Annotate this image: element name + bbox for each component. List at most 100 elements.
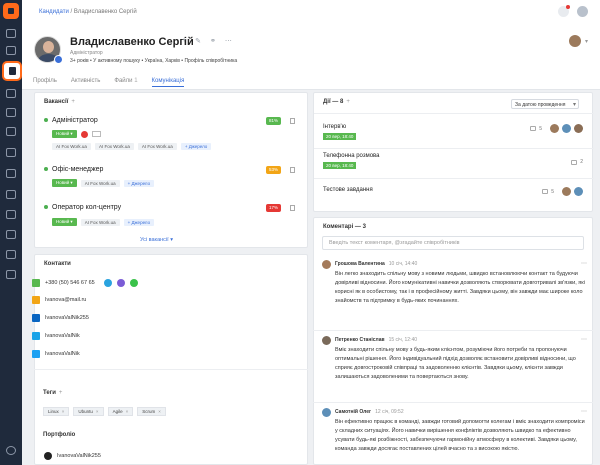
email-contact[interactable]: Ivanova@mail.ru: [32, 296, 86, 304]
tab-files[interactable]: Файли 1: [114, 78, 137, 87]
tag-chip[interactable]: Ubuntu ×: [73, 407, 104, 416]
more-icon[interactable]: ⋯: [581, 408, 587, 415]
reports-icon[interactable]: [6, 190, 16, 199]
telegram-icon[interactable]: [103, 279, 112, 287]
author-avatar[interactable]: [322, 260, 331, 269]
skype-icon: [32, 332, 40, 340]
linkedin-contact[interactable]: IvanovaValNik255: [32, 314, 89, 322]
add-action-icon[interactable]: +: [346, 99, 350, 105]
source-chip[interactable]: AI Fox Work.ua: [80, 179, 120, 187]
profile-tabs: Профіль Активність Файли 1 Комунікація: [33, 78, 185, 87]
recruiter-avatar[interactable]: [568, 35, 581, 47]
participant-avatar: [550, 124, 559, 133]
status-select[interactable]: Новий ▾: [52, 179, 77, 187]
email-icon[interactable]: [91, 131, 101, 137]
action-date-badge: 20 вер, 18:40: [323, 162, 357, 169]
tab-profile[interactable]: Профіль: [33, 78, 57, 87]
candidates-icon[interactable]: [2, 61, 22, 81]
sort-select[interactable]: За датою проведення: [511, 99, 579, 109]
more-icon[interactable]: ⋯: [581, 336, 587, 343]
app-logo[interactable]: [3, 3, 19, 19]
comment-icon: [542, 189, 549, 194]
delete-icon[interactable]: [290, 167, 295, 173]
source-chip[interactable]: AI Fox Work.ua: [80, 218, 120, 226]
dashboard-icon[interactable]: [6, 29, 16, 38]
all-vacancies-link[interactable]: Усі вакансії ▾: [140, 237, 173, 243]
candidate-name: Владиславенко Сергій: [70, 36, 194, 48]
whatsapp-icon[interactable]: [129, 279, 138, 287]
add-tag-icon[interactable]: +: [59, 390, 63, 396]
add-source-button[interactable]: + Джерело: [123, 179, 155, 187]
action-date-badge: 20 вер, 18:40: [323, 133, 357, 140]
vacancy-row[interactable]: Оператор кол-центру: [44, 204, 121, 211]
actions-card: Дії — 8+ За датою проведення Інтерв'ю 20…: [313, 92, 594, 212]
add-source-button[interactable]: + Джерело: [123, 218, 155, 226]
more-icon[interactable]: ⋯: [225, 37, 232, 45]
user-menu-avatar[interactable]: [577, 6, 588, 17]
breadcrumb-candidates[interactable]: Кандидати: [39, 9, 69, 15]
tasks-icon[interactable]: [6, 148, 16, 157]
calendar-icon[interactable]: [6, 46, 16, 55]
tab-communication[interactable]: Комунікація: [151, 78, 185, 87]
source-chip[interactable]: AI Fox Work.ua: [137, 143, 177, 150]
add-icon[interactable]: +: [182, 37, 186, 45]
integrations-icon[interactable]: [6, 230, 16, 239]
chevron-down-icon[interactable]: ▾: [585, 38, 588, 45]
tab-activity[interactable]: Активність: [71, 78, 101, 87]
author-avatar[interactable]: [322, 408, 331, 417]
notifications-icon[interactable]: [558, 5, 570, 17]
status-select[interactable]: Новий ▾: [52, 130, 77, 138]
actions-title: Дії — 8 +: [323, 99, 350, 105]
team-icon[interactable]: [6, 108, 16, 117]
source-chip[interactable]: AI Fox Work.ua: [52, 143, 91, 150]
delete-icon[interactable]: [290, 205, 295, 211]
settings-icon[interactable]: [6, 446, 16, 455]
action-row[interactable]: Тестове завдання 5: [323, 187, 583, 196]
skype-contact[interactable]: IvanovaValNik: [32, 332, 80, 340]
more-icon[interactable]: ⋯: [581, 260, 587, 267]
match-percent: 17%: [266, 204, 281, 212]
tag-chip[interactable]: Scrum ×: [137, 407, 166, 416]
status-select[interactable]: Новий ▾: [52, 218, 77, 226]
comment-icon: [530, 126, 537, 131]
phone-icon: [32, 279, 40, 287]
comment-item: Грошова Валентина 10 січ, 14:40 ⋯ Він лег…: [322, 260, 587, 322]
warning-icon: [80, 130, 88, 138]
add-vacancy-icon[interactable]: +: [71, 99, 75, 105]
contacts-title: Контакти: [44, 261, 71, 267]
vacancy-row[interactable]: Адміністратор: [44, 117, 98, 124]
phone-contact[interactable]: +380 (50) 546 67 65: [32, 279, 138, 287]
source-chip[interactable]: AI Fox Work.ua: [94, 143, 134, 150]
participant-avatar: [574, 124, 583, 133]
comment-input[interactable]: Введіть текст коментаря, @згадайте співр…: [322, 236, 584, 250]
portfolio-title: Портфоліо: [43, 432, 76, 438]
analytics-icon[interactable]: [6, 169, 16, 178]
viber-icon[interactable]: [116, 279, 125, 287]
tags-list: Linux × Ubuntu × Agile × Scrum ×: [43, 407, 166, 416]
tags-title: Теги +: [43, 390, 63, 396]
breadcrumb: Кандидати / Владиславенко Сергій: [39, 9, 137, 15]
contacts-icon[interactable]: [6, 250, 16, 259]
status-dot-icon: [44, 167, 48, 172]
twitter-contact[interactable]: IvanovaValNik: [32, 350, 80, 358]
add-source-button[interactable]: + Джерело: [180, 143, 212, 150]
linkedin-badge-icon: [54, 55, 63, 64]
vacancy-row[interactable]: Офіс-менеджер: [44, 166, 103, 173]
documents-icon[interactable]: [6, 127, 16, 136]
breadcrumb-current: Владиславенко Сергій: [73, 9, 137, 15]
profile-header: Кандидати / Владиславенко Сергій Владисл…: [22, 0, 600, 90]
author-avatar[interactable]: [322, 336, 331, 345]
status-dot-icon: [44, 118, 48, 123]
tag-chip[interactable]: Linux ×: [43, 407, 70, 416]
action-row[interactable]: Телефонна розмова 20 вер, 18:40 2: [323, 153, 583, 169]
users-icon[interactable]: [6, 89, 16, 98]
archive-icon[interactable]: [6, 270, 16, 279]
participant-avatar: [574, 187, 583, 196]
library-icon[interactable]: [6, 210, 16, 219]
edit-icon[interactable]: ✎: [195, 37, 201, 45]
github-contact[interactable]: IvanovaValNik255: [44, 452, 101, 460]
delete-icon[interactable]: [290, 118, 295, 124]
tag-chip[interactable]: Agile ×: [107, 407, 134, 416]
action-row[interactable]: Інтерв'ю 20 вер, 18:40 5: [323, 124, 583, 140]
link-icon[interactable]: ⚭: [210, 37, 216, 45]
